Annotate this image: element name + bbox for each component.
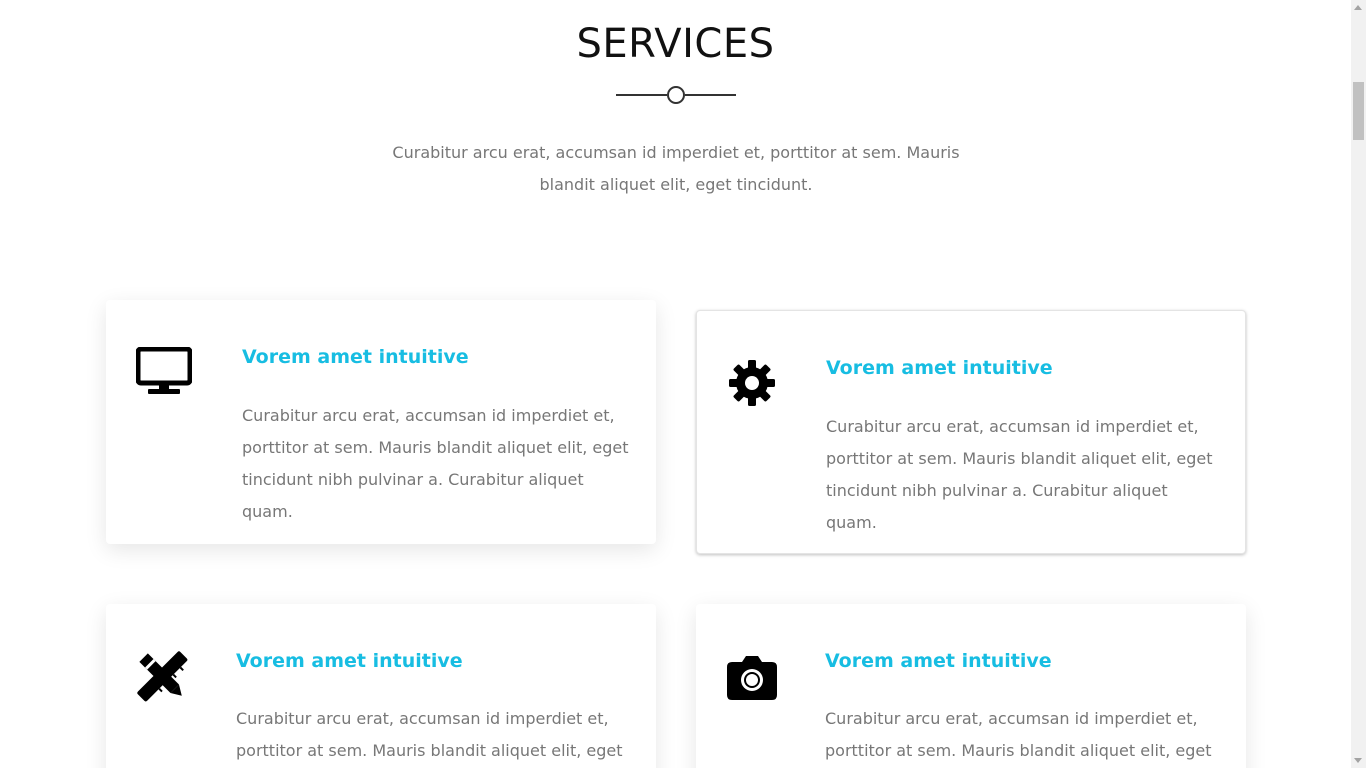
services-page: SERVICES Curabitur arcu erat, accumsan i… bbox=[0, 0, 1351, 768]
service-description: Curabitur arcu erat, accumsan id imperdi… bbox=[826, 417, 1213, 532]
vertical-scrollbar[interactable] bbox=[1351, 0, 1366, 768]
gear-icon bbox=[724, 355, 780, 411]
scroll-up-arrow-icon[interactable] bbox=[1354, 5, 1362, 10]
service-description: Curabitur arcu erat, accumsan id imperdi… bbox=[236, 709, 623, 760]
service-card-photo: Vorem amet intuitive Curabitur arcu erat… bbox=[696, 604, 1246, 768]
title-divider bbox=[616, 86, 736, 104]
service-description: Curabitur arcu erat, accumsan id imperdi… bbox=[242, 406, 629, 521]
scroll-down-arrow-icon[interactable] bbox=[1354, 758, 1362, 763]
service-title: Vorem amet intuitive bbox=[825, 650, 1052, 672]
service-card-design: Vorem amet intuitive Curabitur arcu erat… bbox=[106, 604, 656, 768]
service-card-settings: Vorem amet intuitive Curabitur arcu erat… bbox=[696, 310, 1246, 554]
service-title: Vorem amet intuitive bbox=[236, 650, 463, 672]
service-description: Curabitur arcu erat, accumsan id imperdi… bbox=[825, 709, 1212, 760]
service-card-web: Vorem amet intuitive Curabitur arcu erat… bbox=[106, 300, 656, 544]
desktop-icon bbox=[136, 344, 192, 400]
section-intro: Curabitur arcu erat, accumsan id imperdi… bbox=[392, 143, 960, 194]
service-title: Vorem amet intuitive bbox=[242, 346, 469, 368]
scroll-thumb[interactable] bbox=[1353, 82, 1364, 140]
pencil-ruler-icon bbox=[134, 648, 190, 704]
service-title: Vorem amet intuitive bbox=[826, 357, 1053, 379]
camera-icon bbox=[724, 650, 780, 706]
section-title: SERVICES bbox=[576, 21, 775, 67]
